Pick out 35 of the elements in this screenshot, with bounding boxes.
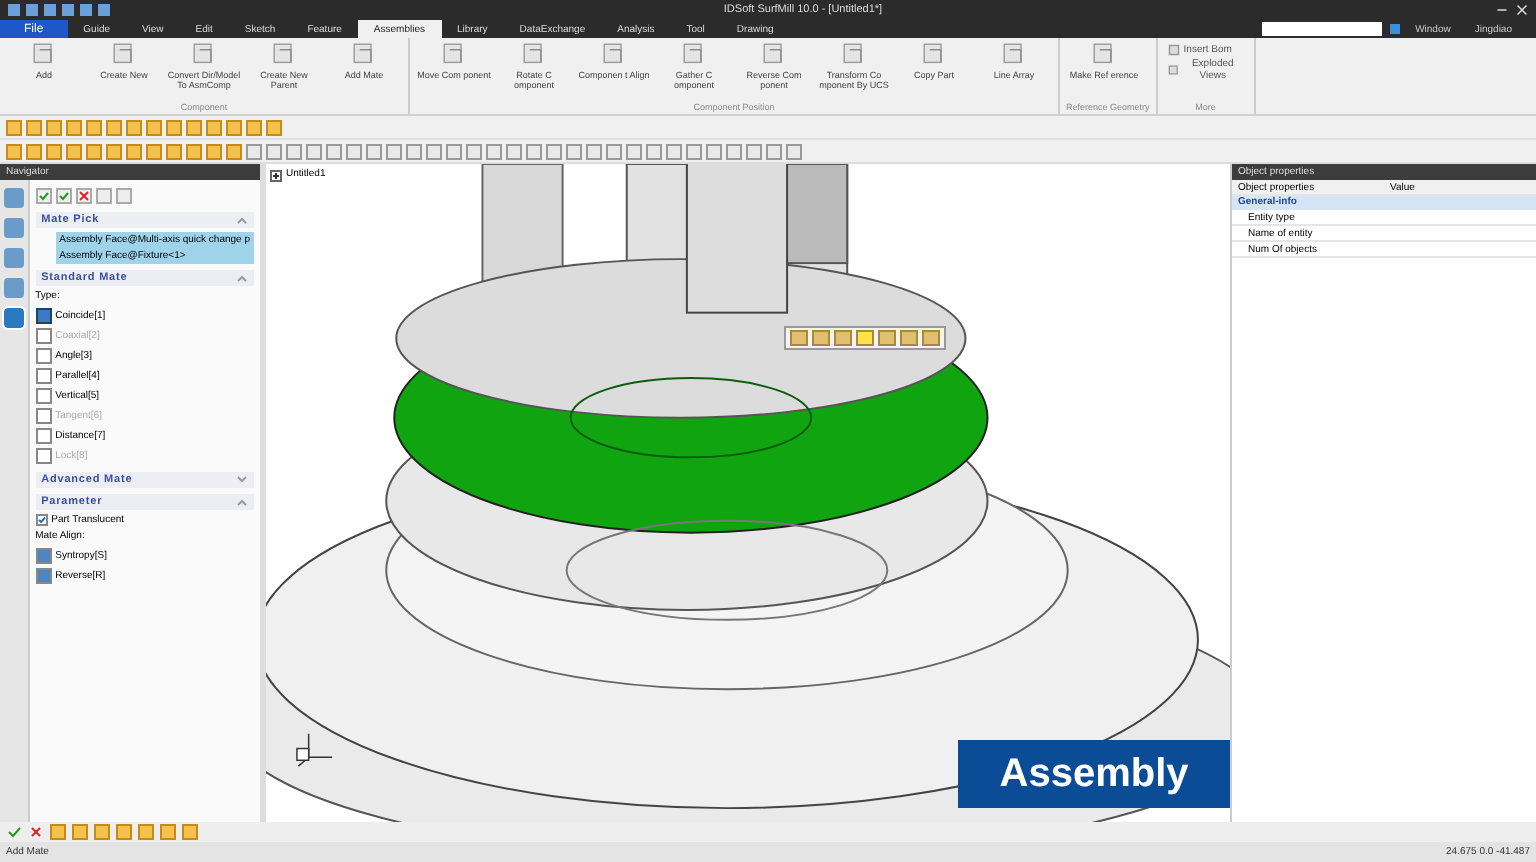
navigator-tab-icon[interactable] xyxy=(3,308,24,328)
checkbox-box[interactable] xyxy=(35,514,48,526)
chevron-icon[interactable] xyxy=(236,498,248,506)
axis-triad-icon xyxy=(294,728,338,772)
minimize-icon[interactable] xyxy=(1496,4,1508,16)
part-icon xyxy=(440,40,468,68)
part-icon xyxy=(600,40,628,68)
navigator-tab-icon[interactable] xyxy=(3,188,24,208)
navigator-tab-icon[interactable] xyxy=(3,248,24,268)
part-icon xyxy=(110,40,138,68)
part-icon xyxy=(270,40,298,68)
cancel-icon[interactable] xyxy=(28,824,44,840)
chevron-icon[interactable] xyxy=(236,274,248,282)
part-icon xyxy=(350,40,378,68)
part-icon xyxy=(30,40,58,68)
part-icon xyxy=(760,40,788,68)
caption-banner: Assembly xyxy=(958,740,1230,808)
expand-icon[interactable] xyxy=(270,170,282,182)
navigator-tab-icon[interactable] xyxy=(3,218,24,238)
close-icon[interactable] xyxy=(1516,4,1528,16)
confirm-icon[interactable] xyxy=(35,188,52,204)
confirm-icon[interactable] xyxy=(6,824,22,840)
cancel-icon[interactable] xyxy=(75,188,92,204)
part-icon xyxy=(840,40,868,68)
chevron-icon[interactable] xyxy=(236,476,248,484)
part-icon xyxy=(1000,40,1028,68)
part-icon xyxy=(680,40,708,68)
navigator-tab-icon[interactable] xyxy=(3,278,24,298)
part-icon xyxy=(520,40,548,68)
part-icon xyxy=(190,40,218,68)
apply-icon[interactable] xyxy=(55,188,72,204)
chevron-icon[interactable] xyxy=(236,216,248,224)
part-icon xyxy=(1090,40,1118,68)
search-field[interactable] xyxy=(1261,22,1382,36)
part-icon xyxy=(920,40,948,68)
